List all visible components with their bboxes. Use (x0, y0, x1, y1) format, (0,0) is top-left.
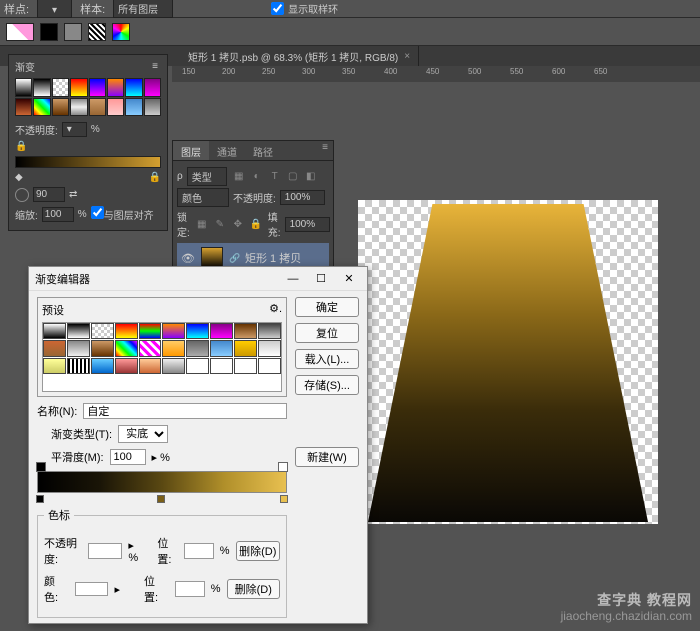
delete-opacity-stop-button[interactable]: 删除(D) (236, 541, 280, 561)
align-checkbox[interactable] (91, 206, 104, 219)
stop-pos-input-1[interactable] (184, 543, 214, 559)
gradient-swatch[interactable] (6, 23, 34, 41)
filter-image-icon[interactable]: ▦ (233, 171, 245, 182)
filter-shape-icon[interactable]: ▢ (287, 171, 299, 182)
fill-label: 填充: (268, 209, 281, 239)
mode-square-3[interactable] (88, 23, 106, 41)
smooth-label: 平滑度(M): (51, 449, 104, 465)
color-picker-icon[interactable] (112, 23, 130, 41)
sample-point-dropdown[interactable]: ▾ (37, 0, 72, 18)
fill-input[interactable]: 100% (285, 217, 331, 232)
stops-legend: 色标 (44, 507, 74, 523)
lock-icon: 🔒 (15, 141, 27, 152)
show-sample-ring-label: 显示取样环 (288, 1, 338, 16)
new-button[interactable]: 新建(W) (295, 447, 359, 467)
gradient-presets-panel: 渐变 ≡ 不透明度:▾% 🔒 ◆🔒 ⇄ 缩放: % 与图层对齐 (8, 54, 168, 231)
gradient-editor-dialog: 渐变编辑器 — ☐ ✕ 预设 ⚙. (28, 266, 368, 624)
gradient-panel-menu-icon[interactable]: ≡ (149, 61, 161, 73)
sample-point-label: 样点: (4, 1, 29, 17)
angle-input[interactable] (33, 187, 65, 202)
lock-trans-icon[interactable]: ▦ (196, 219, 208, 230)
minimize-icon[interactable]: — (281, 270, 305, 288)
visibility-icon[interactable]: 👁 (181, 252, 195, 265)
dialog-title: 渐变编辑器 (35, 271, 90, 287)
align-label: 与图层对齐 (104, 211, 154, 222)
tab-channels[interactable]: 通道 (209, 141, 245, 160)
stop-opacity-label: 不透明度: (44, 535, 82, 567)
opacity-label: 不透明度: (15, 122, 58, 137)
layers-menu-icon[interactable]: ≡ (317, 141, 333, 153)
save-button[interactable]: 存储(S)... (295, 375, 359, 395)
color-stop-mid[interactable] (157, 495, 165, 503)
layer-opacity-input[interactable]: 100% (280, 190, 326, 205)
color-stop-right[interactable] (280, 495, 288, 503)
show-sample-ring-checkbox[interactable] (271, 2, 284, 15)
smooth-input[interactable] (110, 449, 146, 465)
layer-opacity-label: 不透明度: (233, 190, 276, 205)
close-tab-icon[interactable]: × (404, 51, 410, 62)
name-label: 名称(N): (37, 403, 77, 419)
type-label: 渐变类型(T): (51, 426, 112, 442)
lock-all-icon[interactable]: 🔒 (250, 219, 262, 230)
stop-pos-label-1: 位置: (157, 535, 177, 567)
reset-button[interactable]: 复位 (295, 323, 359, 343)
gradient-type-select[interactable]: 实底 (118, 425, 168, 443)
stop-color-swatch[interactable] (75, 582, 109, 596)
mode-square-1[interactable] (40, 23, 58, 41)
stop-pos-input-2[interactable] (175, 581, 205, 597)
color-stop-left[interactable] (36, 495, 44, 503)
watermark-url: jiaocheng.chazidian.com (561, 609, 692, 623)
gradient-edit-bar[interactable] (37, 471, 287, 493)
sample-dropdown[interactable]: 所有图层 (113, 0, 173, 18)
close-icon[interactable]: ✕ (337, 270, 361, 288)
gradient-preset-grid[interactable] (15, 78, 161, 116)
layer-name[interactable]: 矩形 1 拷贝 (245, 250, 301, 266)
gradient-name-input[interactable] (83, 403, 287, 419)
sample-label: 样本: (80, 1, 105, 17)
stop-opacity-input[interactable] (88, 543, 122, 559)
delete-color-stop-button[interactable]: 删除(D) (227, 579, 280, 599)
document-tab[interactable]: 矩形 1 拷贝.psb @ 68.3% (矩形 1 拷贝, RGB/8) × (180, 46, 419, 66)
stop-handle-left[interactable]: ◆ (15, 172, 23, 183)
mode-square-2[interactable] (64, 23, 82, 41)
document-tab-title: 矩形 1 拷贝.psb @ 68.3% (矩形 1 拷贝, RGB/8) (188, 49, 398, 64)
layers-panel: 图层 通道 路径 ≡ ρ类型 ▦◐T▢◧ 颜色 不透明度: 100% 锁定: ▦… (172, 140, 334, 278)
stop-pos-label-2: 位置: (144, 573, 169, 605)
watermark: 查字典 教程网 jiaocheng.chazidian.com (561, 591, 692, 625)
lock-paint-icon[interactable]: ✎ (214, 219, 226, 230)
stop-color-label: 颜色: (44, 573, 69, 605)
lock-label: 锁定: (177, 209, 190, 239)
tab-paths[interactable]: 路径 (245, 141, 281, 160)
opacity-dropdown[interactable]: ▾ (62, 122, 87, 137)
load-button[interactable]: 载入(L)... (295, 349, 359, 369)
lock-pos-icon[interactable]: ✥ (232, 219, 244, 230)
layer-filter-dropdown[interactable]: 类型 (187, 167, 227, 186)
gradient-panel-title: 渐变 (15, 59, 35, 74)
link-icon: 🔗 (229, 253, 239, 264)
zoom-label: 缩放: (15, 207, 38, 222)
canvas[interactable] (358, 200, 658, 524)
preset-gear-icon[interactable]: ⚙. (269, 302, 282, 318)
stops-fieldset: 色标 不透明度: ▸ % 位置: % 删除(D) 颜色: ▸ 位置: % 删除(… (37, 507, 287, 618)
watermark-title: 查字典 教程网 (597, 592, 692, 608)
preset-grid[interactable] (42, 322, 282, 392)
angle-icon[interactable] (15, 188, 29, 202)
tab-layers[interactable]: 图层 (173, 141, 209, 160)
filter-text-icon[interactable]: T (269, 171, 281, 182)
angle-swap-icon[interactable]: ⇄ (69, 189, 77, 200)
stop-handle-right[interactable]: 🔒 (149, 172, 161, 183)
blend-mode-dropdown[interactable]: 颜色 (177, 188, 229, 207)
filter-smart-icon[interactable]: ◧ (305, 171, 317, 182)
horizontal-ruler: 150200250300350400450500550600650 (172, 66, 700, 82)
maximize-icon[interactable]: ☐ (309, 270, 333, 288)
ok-button[interactable]: 确定 (295, 297, 359, 317)
gradient-preview-bar[interactable] (15, 156, 161, 168)
preset-label: 预设 (42, 302, 64, 318)
filter-adjust-icon[interactable]: ◐ (251, 171, 263, 182)
zoom-input[interactable] (42, 207, 74, 222)
